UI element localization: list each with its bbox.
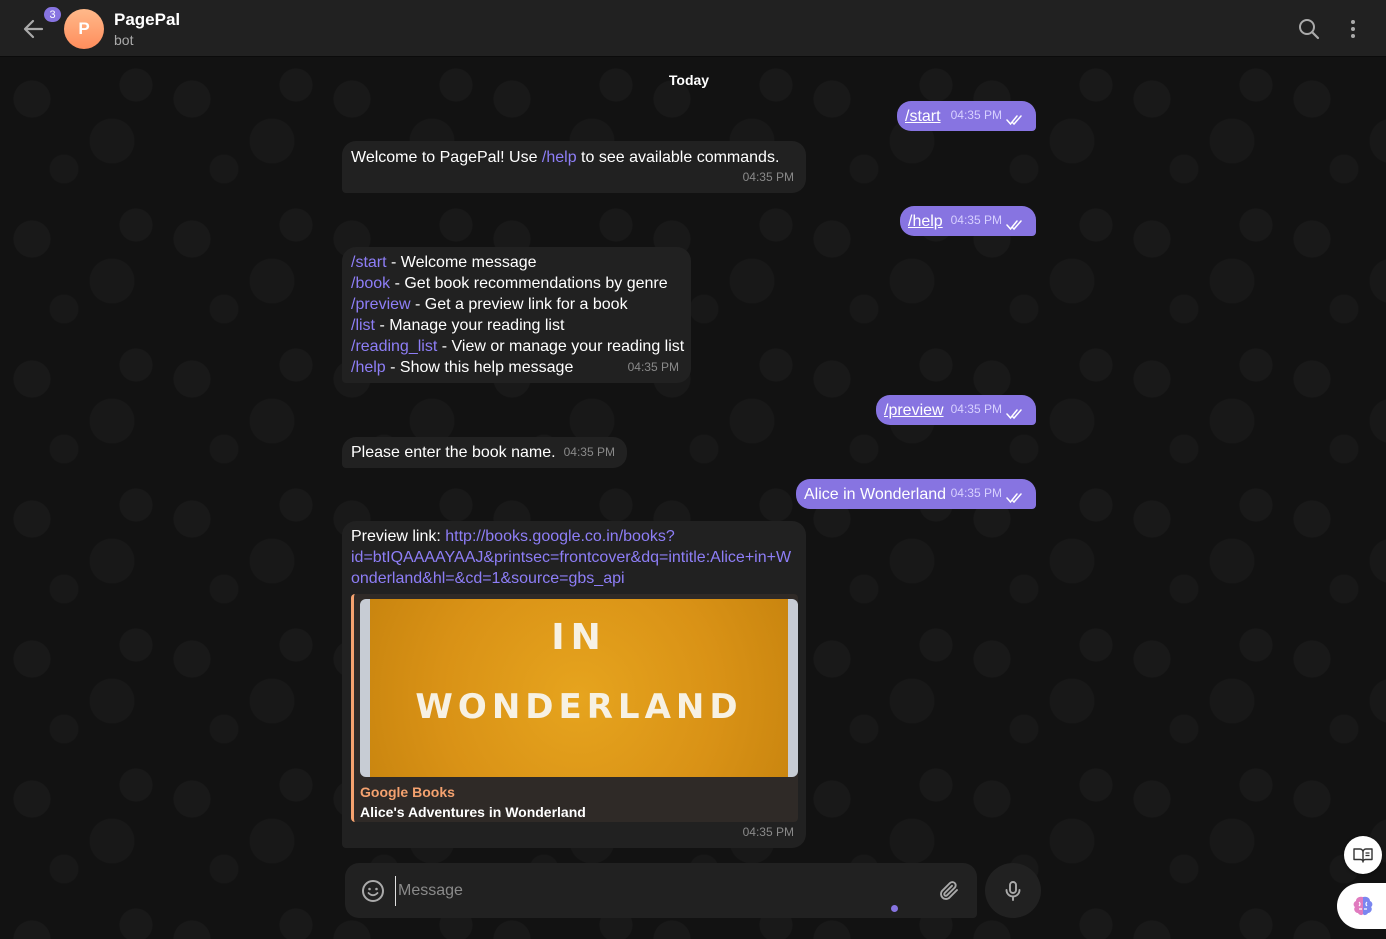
message-time: 04:35 PM [563,445,615,459]
voice-record-button[interactable] [985,863,1041,918]
incoming-message[interactable]: /start - Welcome message /book - Get boo… [342,247,691,383]
book-cover-text: WONDERLAND [415,687,743,727]
preview-site-name: Google Books [360,784,455,800]
help-line: /list - Manage your reading list [351,315,684,336]
more-menu-button[interactable] [1340,16,1366,42]
chat-status: bot [114,32,134,48]
book-cover-image[interactable]: IN WONDERLAND [360,599,798,777]
message-composer [345,863,977,918]
message-input[interactable] [395,876,915,906]
command-link[interactable]: /start [905,106,941,127]
unread-badge: 3 [42,5,63,24]
command-link[interactable]: /help [908,211,943,232]
double-check-icon [1006,493,1022,504]
incoming-message[interactable]: Welcome to PagePal! Use /help to see ava… [342,141,806,193]
message-text: Welcome to PagePal! Use /help to see ava… [351,147,779,168]
outgoing-message[interactable]: Alice in Wonderland 04:35 PM [796,479,1036,509]
double-check-icon [1006,409,1022,420]
chat-title[interactable]: PagePal [114,10,180,30]
preview-url-link[interactable]: id=btIQAAAAYAAJ&printsec=frontcover&dq=i… [351,547,791,568]
message-text-suffix: to see available commands. [576,149,780,166]
help-line: /start - Welcome message [351,252,684,273]
search-button[interactable] [1296,16,1322,42]
command-description: - Show this help message [385,359,574,376]
message-text: Please enter the book name. [351,444,556,461]
command-description: - View or manage your reading list [437,338,685,355]
link-preview-card[interactable]: IN WONDERLAND Google Books Alice's Adven… [351,594,798,822]
reader-mode-button[interactable] [1344,836,1382,874]
command-link[interactable]: /start [351,254,387,271]
command-description: - Welcome message [386,254,537,271]
emoji-button[interactable] [360,878,386,904]
command-description: - Manage your reading list [375,317,565,334]
emoji-icon [362,880,384,902]
ai-assistant-button[interactable] [1337,883,1386,929]
chat-header: 3 P PagePal bot [0,0,1386,57]
command-link[interactable]: /preview [351,296,411,313]
command-description: - Get book recommendations by genre [390,275,668,292]
microphone-icon [1005,880,1021,901]
status-dot [891,905,898,912]
search-icon [1299,19,1320,40]
message-time: 04:35 PM [742,170,794,184]
book-open-icon [1353,848,1373,863]
preview-url-link[interactable]: http://books.google.co.in/books? [445,528,675,545]
preview-label: Preview link: [351,528,446,545]
double-check-icon [1006,115,1022,126]
message-time: 04:35 PM [950,486,1002,500]
paperclip-icon [940,881,958,900]
message-time: 04:35 PM [950,402,1002,416]
command-link[interactable]: /book [351,275,390,292]
message-time: 04:35 PM [627,360,679,374]
message-time: 04:35 PM [950,213,1002,227]
command-description: - Get a preview link for a book [410,296,628,313]
date-separator: Today [668,72,710,88]
command-link[interactable]: /list [351,317,375,334]
command-link[interactable]: /help [351,359,386,376]
incoming-message[interactable]: Please enter the book name. 04:35 PM [342,437,627,468]
command-link[interactable]: /reading_list [351,338,437,355]
help-line: /reading_list - View or manage your read… [351,336,684,357]
avatar[interactable]: P [64,9,104,49]
help-line: /preview - Get a preview link for a book [351,294,684,315]
double-check-icon [1006,220,1022,231]
preview-title: Alice's Adventures in Wonderland [360,804,586,820]
help-command-link[interactable]: /help [542,149,577,166]
help-line: /book - Get book recommendations by genr… [351,273,684,294]
message-text: Alice in Wonderland [804,486,947,503]
message-time: 04:35 PM [742,825,794,839]
command-link[interactable]: /preview [884,400,944,421]
brain-icon [1353,896,1373,916]
book-cover-text: IN [551,617,607,658]
incoming-message[interactable]: Preview link: http://books.google.co.in/… [342,521,806,848]
message-text-prefix: Welcome to PagePal! Use [351,149,542,166]
preview-message-text: Preview link: http://books.google.co.in/… [351,526,791,589]
outgoing-message[interactable]: /start 04:35 PM [897,101,1036,131]
more-vertical-icon [1351,20,1355,38]
preview-url-link[interactable]: onderland&hl=&cd=1&source=gbs_api [351,568,791,589]
attach-button[interactable] [937,879,961,903]
outgoing-message[interactable]: /help 04:35 PM [900,206,1036,236]
outgoing-message[interactable]: /preview 04:35 PM [876,395,1036,425]
message-time: 04:35 PM [950,108,1002,122]
